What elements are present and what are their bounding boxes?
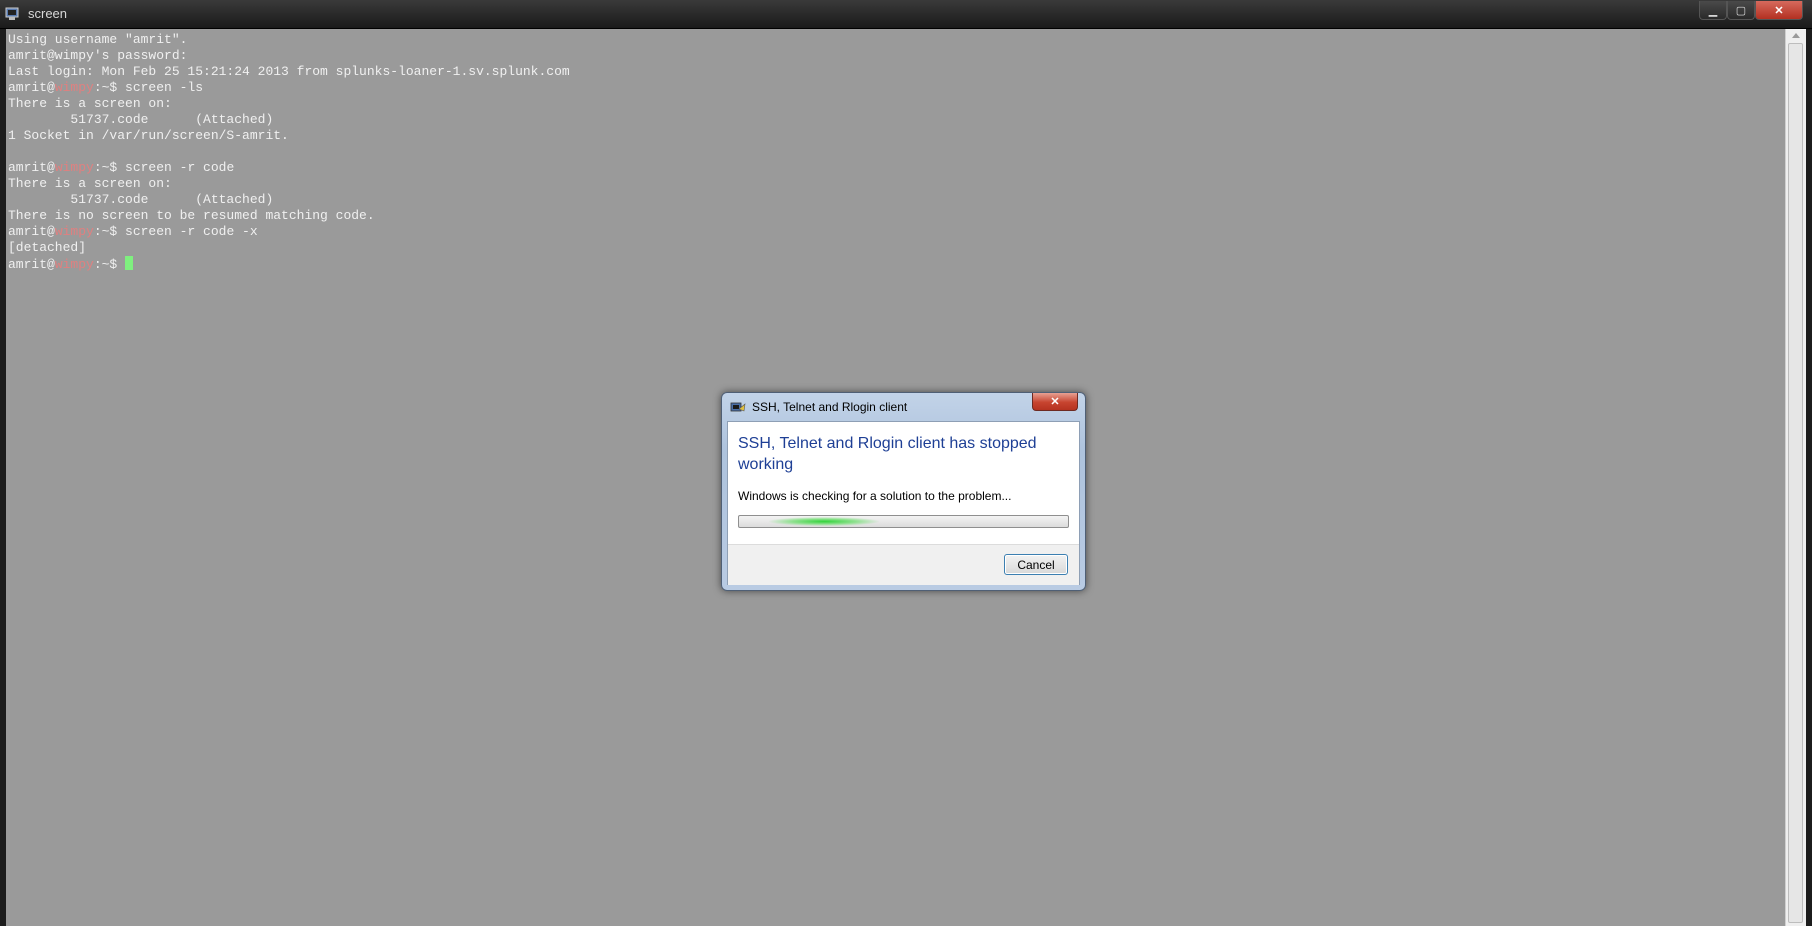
prompt-host: wimpy — [54, 80, 94, 95]
terminal-cursor — [125, 256, 134, 270]
prompt-command: :~$ screen -ls — [93, 80, 204, 95]
terminal-prompt-line: amrit@wimpy:~$ screen -r code -x — [8, 224, 570, 240]
window-frame-right — [1806, 29, 1812, 926]
dialog-heading: SSH, Telnet and Rlogin client has stoppe… — [738, 435, 1037, 473]
terminal-line: 51737.code (Attached) — [8, 192, 274, 207]
prompt-user: amrit@ — [8, 160, 55, 175]
terminal-scrollbar[interactable] — [1785, 29, 1806, 926]
dialog-body: SSH, Telnet and Rlogin client has stoppe… — [727, 421, 1080, 585]
terminal-line: There is no screen to be resumed matchin… — [8, 208, 375, 223]
close-button[interactable]: ✕ — [1755, 1, 1803, 20]
terminal-line: There is a screen on: — [8, 176, 172, 191]
progress-bar — [738, 515, 1069, 528]
terminal-line: Last login: Mon Feb 25 15:21:24 2013 fro… — [8, 64, 570, 79]
prompt-host: wimpy — [54, 160, 94, 175]
terminal-app-icon[interactable] — [5, 6, 21, 22]
scroll-up-arrow-icon[interactable] — [1792, 33, 1800, 38]
terminal-output: Using username "amrit". amrit@wimpy's pas… — [8, 32, 570, 272]
prompt-user: amrit@ — [8, 257, 55, 272]
terminal-prompt-line: amrit@wimpy:~$ screen -ls — [8, 80, 570, 96]
terminal-prompt-line: amrit@wimpy:~$ — [8, 256, 570, 272]
prompt-command: :~$ screen -r code -x — [93, 224, 258, 239]
terminal-line: 51737.code (Attached) — [8, 112, 274, 127]
dialog-message: Windows is checking for a solution to th… — [738, 489, 1012, 503]
app-crash-icon — [730, 402, 746, 412]
terminal-line: 1 Socket in /var/run/screen/S-amrit. — [8, 128, 289, 143]
terminal-prompt-line: amrit@wimpy:~$ screen -r code — [8, 160, 570, 176]
prompt-user: amrit@ — [8, 80, 55, 95]
dialog-footer: Cancel — [728, 544, 1079, 585]
terminal-line: amrit@wimpy's password: — [8, 48, 188, 63]
minimize-button[interactable]: ▁ — [1699, 1, 1727, 20]
window-titlebar[interactable]: screen ▁ ▢ ✕ — [0, 0, 1812, 29]
prompt-host: wimpy — [54, 257, 94, 272]
prompt-command: :~$ — [93, 257, 126, 272]
prompt-user: amrit@ — [8, 224, 55, 239]
terminal-line: There is a screen on: — [8, 96, 172, 111]
dialog-close-button[interactable]: ✕ — [1032, 393, 1078, 411]
cancel-button[interactable]: Cancel — [1004, 554, 1068, 575]
window-title: screen — [28, 6, 68, 21]
prompt-host: wimpy — [54, 224, 94, 239]
terminal-line: Using username "amrit". — [8, 32, 188, 47]
scrollbar-thumb[interactable] — [1788, 43, 1803, 923]
prompt-command: :~$ screen -r code — [93, 160, 235, 175]
terminal-line: [detached] — [8, 240, 87, 255]
dialog-title: SSH, Telnet and Rlogin client — [752, 400, 908, 414]
maximize-button[interactable]: ▢ — [1727, 1, 1755, 20]
progress-indicator — [769, 517, 879, 526]
crash-dialog: SSH, Telnet and Rlogin client ✕ SSH, Tel… — [721, 392, 1086, 591]
